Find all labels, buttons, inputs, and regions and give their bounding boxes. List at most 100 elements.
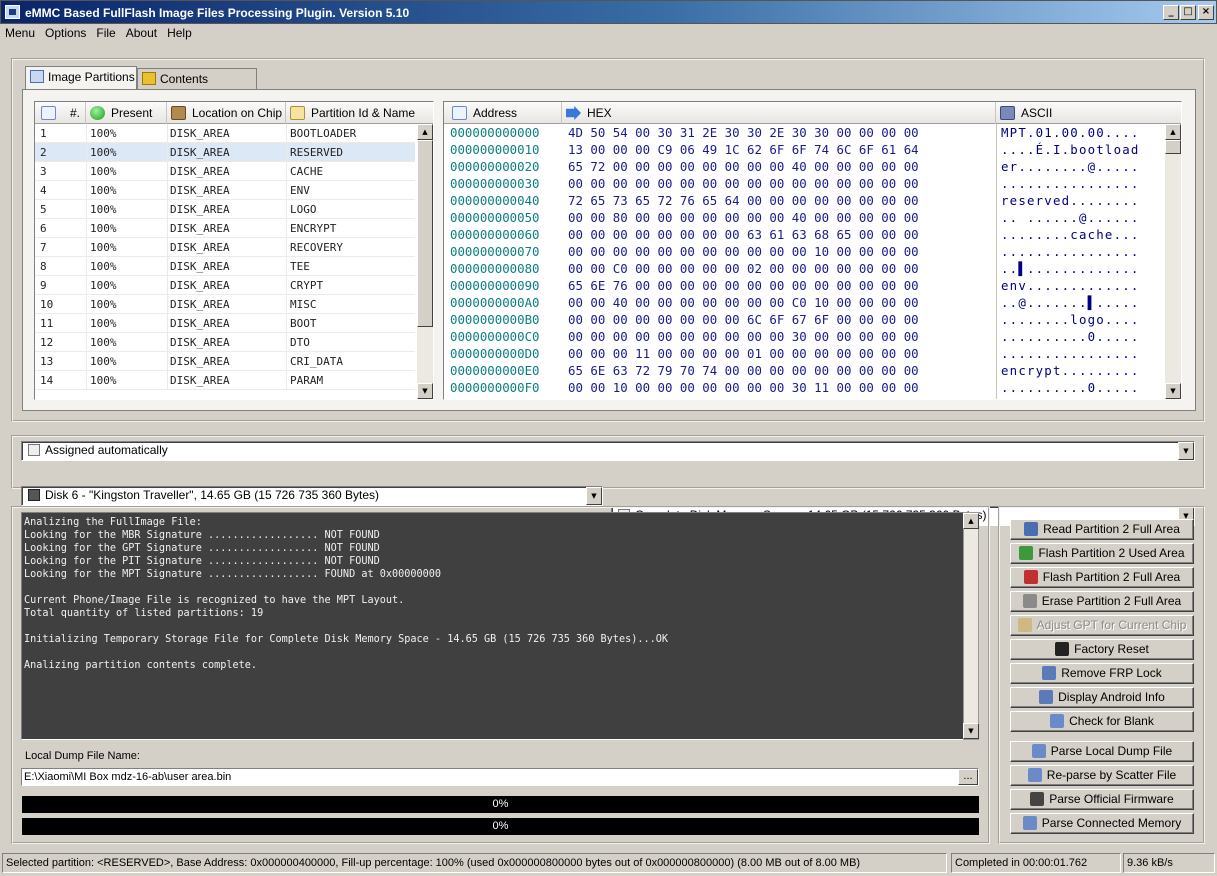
assign-combo[interactable]: Assigned automatically ▼ [21, 441, 1195, 461]
memory-icon [1022, 816, 1037, 830]
scroll-down-button[interactable]: ▼ [1165, 383, 1181, 399]
table-row[interactable]: 12 100% DISK_AREA DTO [35, 333, 415, 352]
col-address[interactable]: Address [444, 102, 562, 124]
table-row[interactable]: 1 100% DISK_AREA BOOTLOADER [35, 124, 415, 143]
parse-local-dump-file-button[interactable]: Parse Local Dump File [1010, 741, 1194, 762]
row-partition-name: TEE [290, 260, 310, 273]
log-line: Analizing the FullImage File: [24, 517, 202, 528]
table-row[interactable]: 7 100% DISK_AREA RECOVERY [35, 238, 415, 257]
column-divider [86, 181, 87, 200]
log-scrollbar[interactable]: ▲ ▼ [963, 512, 979, 740]
hex-ascii: ..........0..... [1001, 329, 1140, 344]
table-row[interactable]: 13 100% DISK_AREA CRI_DATA [35, 352, 415, 371]
tab-image-partitions[interactable]: Image Partitions [25, 66, 137, 90]
maximize-button[interactable]: □ [1180, 5, 1196, 20]
menu-about[interactable]: About [121, 24, 162, 42]
row-location: DISK_AREA [170, 165, 230, 178]
status-completed-time: Completed in 00:00:01.762 [951, 853, 1121, 873]
menu-menu[interactable]: Menu [0, 24, 40, 42]
table-row[interactable]: 9 100% DISK_AREA CRYPT [35, 276, 415, 295]
partition-scrollbar[interactable]: ▲ ▼ [417, 124, 433, 399]
table-row[interactable]: 2 100% DISK_AREA RESERVED [35, 143, 415, 162]
row-partition-name: CRYPT [290, 279, 324, 292]
chevron-down-icon[interactable]: ▼ [1178, 442, 1194, 460]
erase-partition-2-full-area-button[interactable]: Erase Partition 2 Full Area [1010, 591, 1194, 612]
row-number: 4 [40, 184, 47, 197]
scroll-down-button[interactable]: ▼ [417, 383, 433, 399]
minimize-button[interactable]: _ [1163, 5, 1179, 20]
table-row[interactable]: 3 100% DISK_AREA CACHE [35, 162, 415, 181]
log-line: Looking for the GPT Signature ..........… [24, 543, 380, 554]
column-divider [86, 257, 87, 276]
parse-connected-memory-button[interactable]: Parse Connected Memory [1010, 813, 1194, 834]
scroll-thumb[interactable] [417, 140, 433, 327]
button-label: Remove FRP Lock [1061, 666, 1162, 680]
hex-ascii: ................ [1001, 176, 1140, 191]
hex-address: 0000000000A0 [450, 295, 540, 310]
hex-scrollbar[interactable]: ▲ ▼ [1165, 124, 1181, 399]
menu-file[interactable]: File [91, 24, 120, 42]
row-present: 100% [90, 260, 117, 273]
menu-options[interactable]: Options [40, 24, 91, 42]
col-present[interactable]: Present [86, 102, 167, 124]
row-present: 100% [90, 165, 117, 178]
button-label: Check for Blank [1069, 714, 1154, 728]
table-row[interactable]: 11 100% DISK_AREA BOOT [35, 314, 415, 333]
row-present: 100% [90, 203, 117, 216]
menu-help[interactable]: Help [162, 24, 197, 42]
disk-combo[interactable]: Disk 6 - "Kingston Traveller", 14.65 GB … [21, 486, 603, 506]
dump-file-input[interactable]: E:\Xiaomi\MI Box mdz-16-ab\user area.bin… [21, 768, 979, 786]
adjust-gpt-for-current-chip-button[interactable]: Adjust GPT for Current Chip [1010, 615, 1194, 636]
scroll-down-button[interactable]: ▼ [963, 723, 979, 739]
table-row[interactable]: 10 100% DISK_AREA MISC [35, 295, 415, 314]
column-divider [86, 162, 87, 181]
hex-divider [996, 124, 997, 399]
table-row[interactable]: 4 100% DISK_AREA ENV [35, 181, 415, 200]
table-row[interactable]: 8 100% DISK_AREA TEE [35, 257, 415, 276]
tab-contents-explorer[interactable]: Contents Explorer [137, 68, 257, 106]
remove-frp-lock-button[interactable]: Remove FRP Lock [1010, 663, 1194, 684]
display-android-info-button[interactable]: Display Android Info [1010, 687, 1194, 708]
browse-button[interactable]: ... [958, 769, 978, 785]
column-divider [286, 181, 287, 200]
col-partition-name[interactable]: Partition Id & Name [286, 102, 435, 124]
log-line: Initializing Temporary Storage File for … [24, 634, 669, 645]
factory-reset-button[interactable]: Factory Reset [1010, 639, 1194, 660]
hex-bytes: 00 00 00 00 00 00 00 00 63 61 63 68 65 0… [568, 227, 919, 242]
hex-viewer[interactable]: Address HEX ASCII 000000000000 4D 50 54 0… [443, 101, 1182, 400]
partition-table[interactable]: #. Present Location on Chip Partition Id… [34, 101, 434, 400]
hex-ascii: ........logo.... [1001, 312, 1140, 327]
button-label: Parse Local Dump File [1050, 744, 1173, 758]
col-location[interactable]: Location on Chip [167, 102, 286, 124]
table-row[interactable]: 5 100% DISK_AREA LOGO [35, 200, 415, 219]
col-ascii[interactable]: ASCII [996, 102, 1183, 124]
read-partition-2-full-area-button[interactable]: Read Partition 2 Full Area [1010, 519, 1194, 540]
button-label: Display Android Info [1058, 690, 1165, 704]
scroll-up-button[interactable]: ▲ [963, 513, 979, 529]
col-hex[interactable]: HEX [562, 102, 996, 124]
column-divider [86, 200, 87, 219]
table-row[interactable]: 6 100% DISK_AREA ENCRYPT [35, 219, 415, 238]
hex-bytes: 00 00 00 00 00 00 00 00 6C 6F 67 6F 00 0… [568, 312, 919, 327]
close-button[interactable]: × [1198, 5, 1214, 20]
column-divider [86, 143, 87, 162]
col-number[interactable]: #. [35, 102, 86, 124]
scroll-up-button[interactable]: ▲ [417, 124, 433, 140]
list-icon [28, 444, 40, 456]
flash-partition-2-used-area-button[interactable]: Flash Partition 2 Used Area [1010, 543, 1194, 564]
chevron-down-icon[interactable]: ▼ [586, 487, 602, 505]
folder-icon [142, 72, 156, 85]
row-number: 13 [40, 355, 54, 368]
row-number: 1 [40, 127, 47, 140]
scroll-thumb[interactable] [1165, 140, 1181, 154]
scroll-up-button[interactable]: ▲ [1165, 124, 1181, 140]
parse-official-firmware-button[interactable]: Parse Official Firmware [1010, 789, 1194, 810]
column-divider [86, 352, 87, 371]
table-row[interactable]: 14 100% DISK_AREA PARAM [35, 371, 415, 390]
check-for-blank-button[interactable]: Check for Blank [1010, 711, 1194, 732]
column-divider [167, 333, 168, 352]
flash-partition-2-full-area-button[interactable]: Flash Partition 2 Full Area [1010, 567, 1194, 588]
re-parse-by-scatter-file-button[interactable]: Re-parse by Scatter File [1010, 765, 1194, 786]
hex-bytes: 13 00 00 00 C9 06 49 1C 62 6F 6F 74 6C 6… [568, 142, 919, 157]
